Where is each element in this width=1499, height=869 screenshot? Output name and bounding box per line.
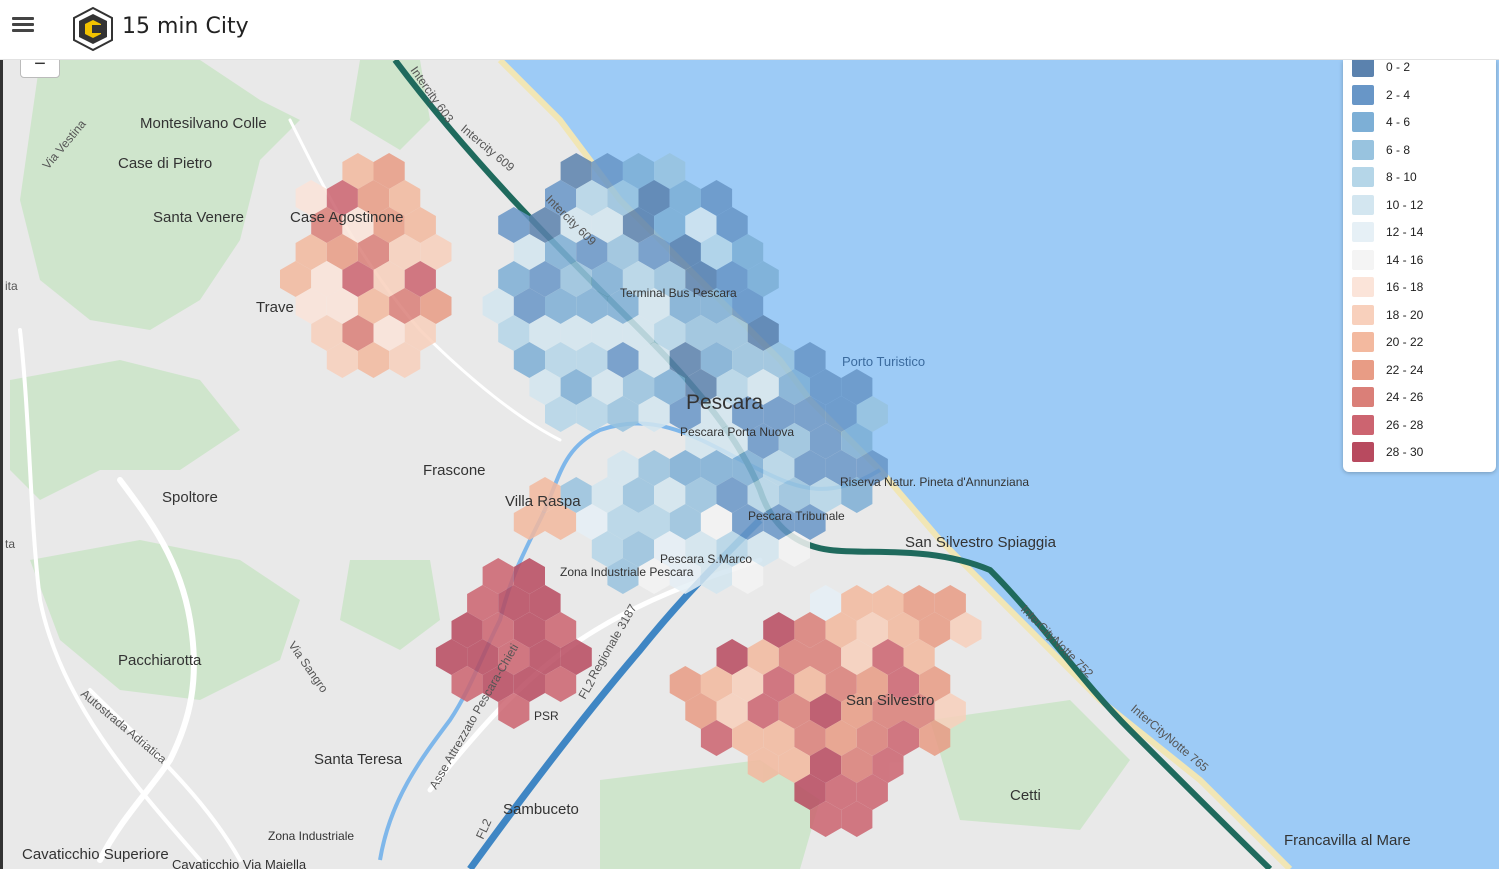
legend-swatch xyxy=(1352,194,1374,215)
legend-item: 10 - 12 xyxy=(1352,194,1423,216)
place-label: San Silvestro Spiaggia xyxy=(905,534,1057,551)
place-label: Montesilvano Colle xyxy=(140,115,267,132)
legend-label: 16 - 18 xyxy=(1386,280,1424,294)
legend-label: 10 - 12 xyxy=(1386,197,1424,212)
legend-swatch xyxy=(1352,60,1374,77)
place-label: Francavilla al Mare xyxy=(1284,832,1411,849)
legend-label: 20 - 22 xyxy=(1386,335,1424,349)
place-label: Case di Pietro xyxy=(118,155,212,172)
legend-item: 24 - 26 xyxy=(1352,386,1423,408)
legend-item: 28 - 30 xyxy=(1352,441,1423,463)
legend-swatch xyxy=(1352,84,1374,105)
legend-item: 16 - 18 xyxy=(1352,276,1423,298)
place-label: Pacchiarotta xyxy=(118,652,202,669)
legend-item: 14 - 16 xyxy=(1352,249,1423,271)
hamburger-menu-icon[interactable] xyxy=(12,14,34,36)
legend-swatch xyxy=(1352,249,1374,270)
app-logo xyxy=(73,6,113,52)
legend-label: 18 - 20 xyxy=(1386,307,1424,322)
legend-swatch xyxy=(1352,414,1374,435)
legend-swatch xyxy=(1352,222,1374,242)
place-label: Frascone xyxy=(423,462,486,479)
legend-swatch xyxy=(1352,304,1374,325)
road-label: ita xyxy=(5,279,18,293)
zoom-out-button[interactable]: − xyxy=(20,60,60,78)
app-title: 15 min City xyxy=(122,14,249,39)
legend-swatch xyxy=(1352,167,1374,187)
legend-item: 26 - 28 xyxy=(1352,414,1423,436)
place-label: Santa Venere xyxy=(153,209,244,226)
legend-swatch xyxy=(1352,112,1374,132)
place-label: San Silvestro xyxy=(846,692,934,709)
place-label: Pescara xyxy=(686,391,763,414)
place-label: Case Agostinone xyxy=(290,209,403,226)
legend-swatch xyxy=(1352,277,1374,297)
place-label: Cavaticchio Superiore xyxy=(22,846,169,863)
legend-item: 4 - 6 xyxy=(1352,111,1410,133)
place-label: Trave xyxy=(256,299,294,316)
legend-item: 18 - 20 xyxy=(1352,304,1423,326)
legend-label: 0 - 2 xyxy=(1386,60,1411,74)
legend-item: 12 - 14 xyxy=(1352,221,1423,243)
place-label: Pescara Porta Nuova xyxy=(680,425,794,439)
place-label: Cavaticchio Via Majella xyxy=(172,857,307,869)
legend-swatch xyxy=(1352,332,1374,352)
legend-swatch xyxy=(1352,442,1374,462)
legend-label: 24 - 26 xyxy=(1386,390,1424,404)
road-label: ta xyxy=(5,537,15,551)
legend-item: 0 - 2 xyxy=(1352,60,1410,78)
map-container[interactable]: − Montesilvano Colle Case di Pietro Sant… xyxy=(0,60,1499,869)
legend-swatch xyxy=(1352,387,1374,407)
legend-label: 8 - 10 xyxy=(1386,170,1417,184)
map-canvas[interactable]: Montesilvano Colle Case di Pietro Santa … xyxy=(3,60,1499,869)
place-label: Villa Raspa xyxy=(505,493,581,510)
legend-item: 8 - 10 xyxy=(1352,166,1417,188)
legend-swatch xyxy=(1352,359,1374,380)
legend-label: 2 - 4 xyxy=(1386,87,1411,102)
place-label: Riserva Natur. Pineta d'Annunziana xyxy=(840,475,1029,489)
legend-label: 4 - 6 xyxy=(1386,115,1411,129)
legend-item: 20 - 22 xyxy=(1352,331,1423,353)
legend-label: 14 - 16 xyxy=(1386,252,1424,267)
legend-panel: 0 - 2 2 - 4 4 - 6 6 - 8 8 - 10 10 - 12 12 - 14… xyxy=(1343,60,1496,472)
legend-label: 28 - 30 xyxy=(1386,445,1424,459)
legend-item: 6 - 8 xyxy=(1352,139,1410,161)
legend-item: 2 - 4 xyxy=(1352,84,1410,106)
legend-label: 22 - 24 xyxy=(1386,362,1424,377)
place-label: Zona Industriale xyxy=(268,829,354,843)
place-label: Spoltore xyxy=(162,489,218,506)
place-label: Terminal Bus Pescara xyxy=(620,286,737,300)
legend-label: 12 - 14 xyxy=(1386,225,1424,239)
place-label: Santa Teresa xyxy=(314,751,403,768)
legend-label: 6 - 8 xyxy=(1386,142,1411,157)
place-label: Pescara Tribunale xyxy=(748,509,845,523)
place-label: Sambuceto xyxy=(503,801,579,818)
place-label: Cetti xyxy=(1010,787,1041,804)
place-label: PSR xyxy=(534,709,559,723)
legend-label: 26 - 28 xyxy=(1386,417,1424,432)
place-label: Zona Industriale Pescara xyxy=(560,565,694,579)
place-label: Pescara S.Marco xyxy=(660,552,752,566)
place-label: Porto Turistico xyxy=(842,354,925,369)
legend-item: 22 - 24 xyxy=(1352,359,1423,381)
legend-swatch xyxy=(1352,139,1374,160)
top-bar: 15 min City xyxy=(0,0,1499,60)
